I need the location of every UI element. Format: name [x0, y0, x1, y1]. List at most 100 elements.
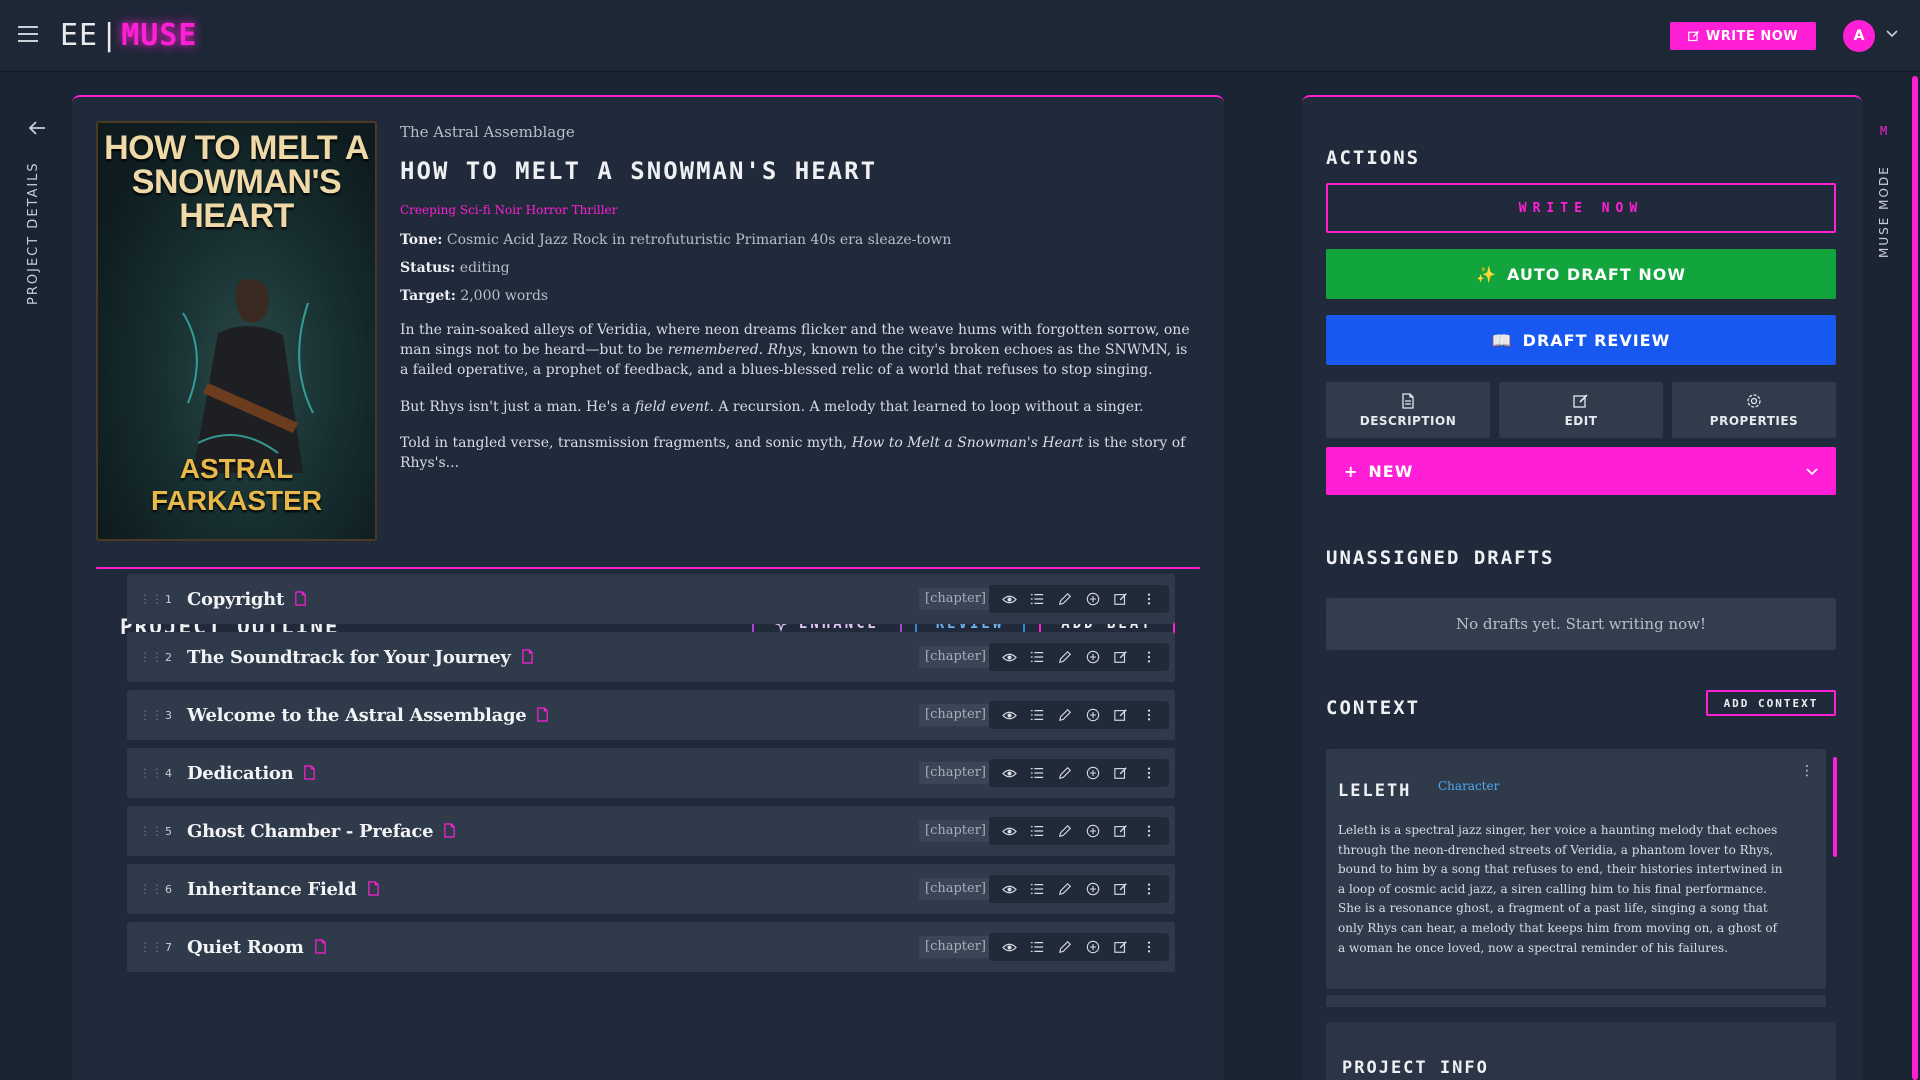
outline-row[interactable]: ⋮⋮ 4 Dedication [chapter] — [127, 748, 1175, 798]
edit-icon[interactable] — [1113, 881, 1129, 897]
edit-icon[interactable] — [1113, 765, 1129, 781]
more-vertical-icon[interactable]: ⋮ — [1800, 763, 1814, 779]
row-number: 6 — [165, 882, 172, 896]
edit-button[interactable]: EDIT — [1499, 382, 1663, 438]
chevron-down-icon[interactable] — [1886, 27, 1898, 39]
edit-icon[interactable] — [1113, 649, 1129, 665]
outline-row[interactable]: ⋮⋮ 5 Ghost Chamber - Preface [chapter] — [127, 806, 1175, 856]
project-details-tab[interactable]: PROJECT DETAILS — [26, 161, 41, 305]
auto-draft-button[interactable]: ✨ AUTO DRAFT NOW — [1326, 249, 1836, 299]
add-circle-icon[interactable] — [1085, 649, 1101, 665]
write-now-button[interactable]: WRITE NOW — [1326, 183, 1836, 233]
series-name[interactable]: The Astral Assemblage — [400, 123, 575, 141]
arrow-left-icon[interactable] — [28, 120, 46, 136]
drag-handle-icon[interactable]: ⋮⋮ — [139, 825, 163, 837]
document-icon[interactable] — [521, 649, 535, 665]
add-circle-icon[interactable] — [1085, 881, 1101, 897]
outline-row[interactable]: ⋮⋮ 2 The Soundtrack for Your Journey [chapt… — [127, 632, 1175, 682]
outline-row[interactable]: ⋮⋮ 7 Quiet Room [chapter] — [127, 922, 1175, 972]
pencil-icon[interactable] — [1057, 939, 1073, 955]
pencil-icon[interactable] — [1057, 649, 1073, 665]
drag-handle-icon[interactable]: ⋮⋮ — [139, 651, 163, 663]
eye-icon[interactable] — [1001, 707, 1017, 723]
pencil-icon[interactable] — [1057, 881, 1073, 897]
document-icon[interactable] — [443, 823, 457, 839]
menu-icon[interactable] — [18, 26, 38, 42]
add-circle-icon[interactable] — [1085, 591, 1101, 607]
eye-icon[interactable] — [1001, 823, 1017, 839]
description-label: DESCRIPTION — [1359, 413, 1457, 428]
more-vertical-icon[interactable] — [1141, 649, 1157, 665]
more-vertical-icon[interactable] — [1141, 939, 1157, 955]
drag-handle-icon[interactable]: ⋮⋮ — [139, 883, 163, 895]
document-icon[interactable] — [367, 881, 381, 897]
edit-icon[interactable] — [1113, 591, 1129, 607]
row-title[interactable]: Dedication — [187, 763, 294, 784]
list-icon[interactable] — [1029, 707, 1045, 723]
outline-row[interactable]: ⋮⋮ 3 Welcome to the Astral Assemblage [chap… — [127, 690, 1175, 740]
edit-icon[interactable] — [1113, 939, 1129, 955]
list-icon[interactable] — [1029, 823, 1045, 839]
outline-row[interactable]: ⋮⋮ 1 Copyright [chapter] — [127, 574, 1175, 624]
pencil-icon[interactable] — [1057, 765, 1073, 781]
more-vertical-icon[interactable] — [1141, 765, 1157, 781]
context-scrollbar-thumb[interactable] — [1833, 757, 1837, 857]
row-title[interactable]: Quiet Room — [187, 937, 304, 958]
row-title[interactable]: Welcome to the Astral Assemblage — [187, 705, 527, 726]
document-icon[interactable] — [303, 765, 317, 781]
properties-button[interactable]: PROPERTIES — [1672, 382, 1836, 438]
eye-icon[interactable] — [1001, 939, 1017, 955]
logo[interactable]: EE|MUSE — [60, 18, 197, 53]
unassigned-drafts-heading: UNASSIGNED DRAFTS — [1326, 547, 1555, 569]
drag-handle-icon[interactable]: ⋮⋮ — [139, 767, 163, 779]
avatar[interactable]: A — [1843, 20, 1875, 52]
draft-review-button[interactable]: 📖 DRAFT REVIEW — [1326, 315, 1836, 365]
add-circle-icon[interactable] — [1085, 823, 1101, 839]
pencil-icon[interactable] — [1057, 823, 1073, 839]
page-scrollbar[interactable] — [1912, 72, 1918, 1080]
row-toolbar — [989, 585, 1169, 613]
eye-icon[interactable] — [1001, 765, 1017, 781]
list-icon[interactable] — [1029, 591, 1045, 607]
row-title[interactable]: Copyright — [187, 589, 284, 610]
eye-icon[interactable] — [1001, 881, 1017, 897]
outline-row[interactable]: ⋮⋮ 6 Inheritance Field [chapter] — [127, 864, 1175, 914]
row-title[interactable]: The Soundtrack for Your Journey — [187, 647, 511, 668]
row-title[interactable]: Ghost Chamber - Preface — [187, 821, 434, 842]
muse-mode-icon[interactable]: M — [1880, 124, 1887, 138]
new-dropdown-button[interactable]: + NEW — [1326, 447, 1836, 495]
list-icon[interactable] — [1029, 881, 1045, 897]
row-title[interactable]: Inheritance Field — [187, 879, 357, 900]
document-icon[interactable] — [314, 939, 328, 955]
add-circle-icon[interactable] — [1085, 939, 1101, 955]
pencil-icon[interactable] — [1057, 707, 1073, 723]
more-vertical-icon[interactable] — [1141, 591, 1157, 607]
more-vertical-icon[interactable] — [1141, 823, 1157, 839]
add-circle-icon[interactable] — [1085, 707, 1101, 723]
write-now-top-button[interactable]: WRITE NOW — [1670, 22, 1816, 50]
row-toolbar — [989, 643, 1169, 671]
context-card[interactable]: LELETH Character ⋮ Leleth is a spectral … — [1326, 749, 1826, 989]
muse-mode-tab[interactable]: MUSE MODE — [1877, 165, 1891, 258]
edit-icon[interactable] — [1113, 823, 1129, 839]
description-button[interactable]: DESCRIPTION — [1326, 382, 1490, 438]
drag-handle-icon[interactable]: ⋮⋮ — [139, 941, 163, 953]
edit-icon[interactable] — [1113, 707, 1129, 723]
more-vertical-icon[interactable] — [1141, 707, 1157, 723]
eye-icon[interactable] — [1001, 591, 1017, 607]
document-icon[interactable] — [294, 591, 308, 607]
list-icon[interactable] — [1029, 939, 1045, 955]
list-icon[interactable] — [1029, 765, 1045, 781]
add-context-button[interactable]: ADD CONTEXT — [1706, 690, 1836, 716]
context-scrollbar[interactable] — [1832, 747, 1838, 997]
add-circle-icon[interactable] — [1085, 765, 1101, 781]
drag-handle-icon[interactable]: ⋮⋮ — [139, 709, 163, 721]
more-vertical-icon[interactable] — [1141, 881, 1157, 897]
page-scrollbar-thumb[interactable] — [1912, 76, 1918, 1080]
row-type-tag: [chapter] — [919, 588, 993, 610]
document-icon[interactable] — [536, 707, 550, 723]
list-icon[interactable] — [1029, 649, 1045, 665]
eye-icon[interactable] — [1001, 649, 1017, 665]
pencil-icon[interactable] — [1057, 591, 1073, 607]
drag-handle-icon[interactable]: ⋮⋮ — [139, 593, 163, 605]
